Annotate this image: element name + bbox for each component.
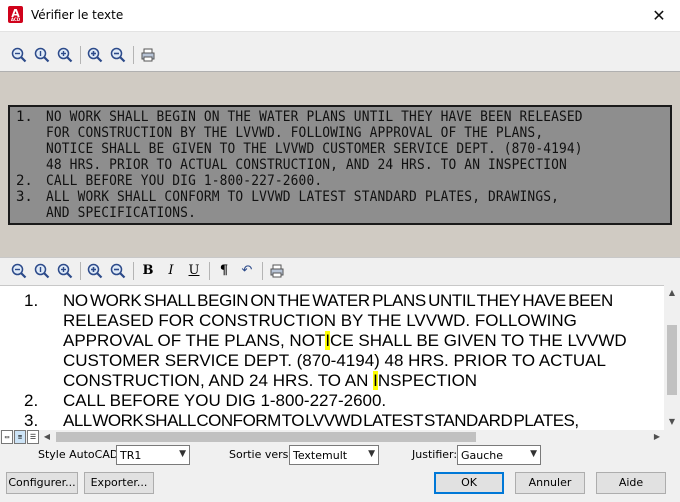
bold-icon[interactable]: B [137, 260, 159, 282]
vertical-scrollbar[interactable]: ▲ ▼ [664, 285, 680, 430]
zoom-in-icon[interactable] [84, 260, 106, 282]
preview-line: ALL WORK SHALL CONFORM TO LVVWD LATEST S… [46, 189, 560, 205]
scroll-right-icon[interactable]: ▶ [650, 430, 664, 444]
title-bar: A ACD Vérifier le texte ✕ [0, 0, 680, 32]
cancel-button[interactable]: Annuler [515, 472, 585, 494]
editor-line: CALL BEFORE YOU DIG 1-800-227-2600. [63, 391, 387, 410]
editor-line: CONSTRUCTION, AND 24 HRS. TO AN INSPECTI… [63, 371, 477, 391]
preview-line: CALL BEFORE YOU DIG 1-800-227-2600. [46, 173, 323, 189]
editor-text: CE SHALL BE GIVEN TO THE LVVWD [330, 331, 627, 350]
output-select-value: Textemult [293, 449, 348, 462]
preview-number: 1. [16, 109, 33, 125]
preview-line: AND SPECIFICATIONS. [46, 205, 196, 221]
chevron-down-icon: ▼ [179, 449, 186, 459]
editor-text: NSPECTION [377, 371, 478, 390]
scroll-thumb[interactable] [667, 325, 677, 395]
export-button[interactable]: Exporter... [84, 472, 154, 494]
view-normal-icon[interactable]: ≡ [14, 430, 26, 444]
toolbar-separator [133, 46, 134, 64]
print-icon[interactable] [266, 260, 288, 282]
style-select[interactable]: TR1 ▼ [116, 445, 190, 465]
configure-button[interactable]: Configurer... [6, 472, 78, 494]
zoom-minus-icon[interactable] [107, 260, 129, 282]
justify-select-value: Gauche [461, 449, 504, 462]
zoom-out-icon[interactable] [8, 260, 30, 282]
editor-line: APPROVAL OF THE PLANS, NOTICE SHALL BE G… [63, 331, 627, 351]
horizontal-scroll-thumb[interactable] [56, 432, 476, 442]
window-title: Vérifier le texte [31, 8, 124, 22]
preview-line: FOR CONSTRUCTION BY THE LVVWD. FOLLOWING… [46, 125, 544, 141]
preview-line: NO WORK SHALL BEGIN ON THE WATER PLANS U… [46, 109, 583, 125]
text-editor[interactable]: 1. NO WORK SHALL BEGIN ON THE WATER PLAN… [0, 285, 664, 430]
ok-button[interactable]: OK [434, 472, 504, 494]
output-label: Sortie vers: [229, 448, 293, 461]
editor-text: CONSTRUCTION, AND 24 HRS. TO AN [63, 371, 374, 390]
drawing-preview-area: 1. NO WORK SHALL BEGIN ON THE WATER PLAN… [0, 71, 680, 257]
justify-select[interactable]: Gauche ▼ [457, 445, 541, 465]
toolbar-separator [209, 261, 210, 280]
editor-toolbar: B I U ¶ ↶ [0, 257, 680, 283]
undo-icon[interactable]: ↶ [236, 260, 258, 282]
toolbar-separator [80, 261, 81, 280]
editor-line: CUSTOMER SERVICE DEPT. (870-4194) 48 HRS… [63, 351, 606, 370]
zoom-actual-icon[interactable] [31, 44, 53, 66]
editor-text: APPROVAL OF THE PLANS, NOT [63, 331, 326, 350]
print-icon[interactable] [137, 44, 159, 66]
editor-line: NO WORK SHALL BEGIN ON THE WATER PLANS U… [63, 291, 613, 310]
toolbar-separator [80, 46, 81, 64]
zoom-actual-icon[interactable] [31, 260, 53, 282]
chevron-down-icon: ▼ [368, 449, 375, 459]
toolbar-separator [133, 261, 134, 280]
scroll-up-icon[interactable]: ▲ [664, 285, 680, 301]
zoom-extents-icon[interactable] [54, 44, 76, 66]
style-select-value: TR1 [120, 449, 142, 462]
preview-toolbar [0, 42, 680, 68]
preview-number: 3. [16, 189, 33, 205]
toolbar-separator [262, 261, 263, 280]
close-icon[interactable]: ✕ [644, 4, 674, 28]
underline-icon[interactable]: U [183, 260, 205, 282]
chevron-down-icon: ▼ [530, 449, 537, 459]
zoom-minus-icon[interactable] [107, 44, 129, 66]
preview-line: 48 HRS. PRIOR TO ACTUAL CONSTRUCTION, AN… [46, 157, 567, 173]
list-number: 1. [24, 291, 39, 310]
style-label: Style AutoCAD: [38, 448, 123, 461]
italic-icon[interactable]: I [160, 260, 182, 282]
zoom-out-icon[interactable] [8, 44, 30, 66]
help-button[interactable]: Aide [596, 472, 666, 494]
autocad-app-icon: A ACD [8, 6, 23, 23]
scroll-left-icon[interactable]: ◀ [40, 430, 54, 444]
list-number: 2. [24, 391, 39, 410]
horizontal-scroll-row: ▭ ≡ ☰ ◀ ▶ [0, 430, 680, 444]
view-outline-icon[interactable]: ☰ [27, 430, 39, 444]
zoom-in-icon[interactable] [84, 44, 106, 66]
pilcrow-icon[interactable]: ¶ [213, 260, 235, 282]
editor-line: ALL WORK SHALL CONFORM TO LVVWD LATEST S… [63, 411, 579, 430]
scroll-down-icon[interactable]: ▼ [664, 414, 680, 430]
drawing-text-preview: 1. NO WORK SHALL BEGIN ON THE WATER PLAN… [8, 105, 672, 225]
list-number: 3. [24, 411, 39, 430]
justify-label: Justifier: [412, 448, 458, 461]
editor-line: RELEASED FOR CONSTRUCTION BY THE LVVWD. … [63, 311, 577, 330]
preview-number: 2. [16, 173, 33, 189]
view-draft-icon[interactable]: ▭ [1, 430, 13, 444]
preview-line: NOTICE SHALL BE GIVEN TO THE LVVWD CUSTO… [46, 141, 583, 157]
output-select[interactable]: Textemult ▼ [289, 445, 379, 465]
zoom-extents-icon[interactable] [54, 260, 76, 282]
